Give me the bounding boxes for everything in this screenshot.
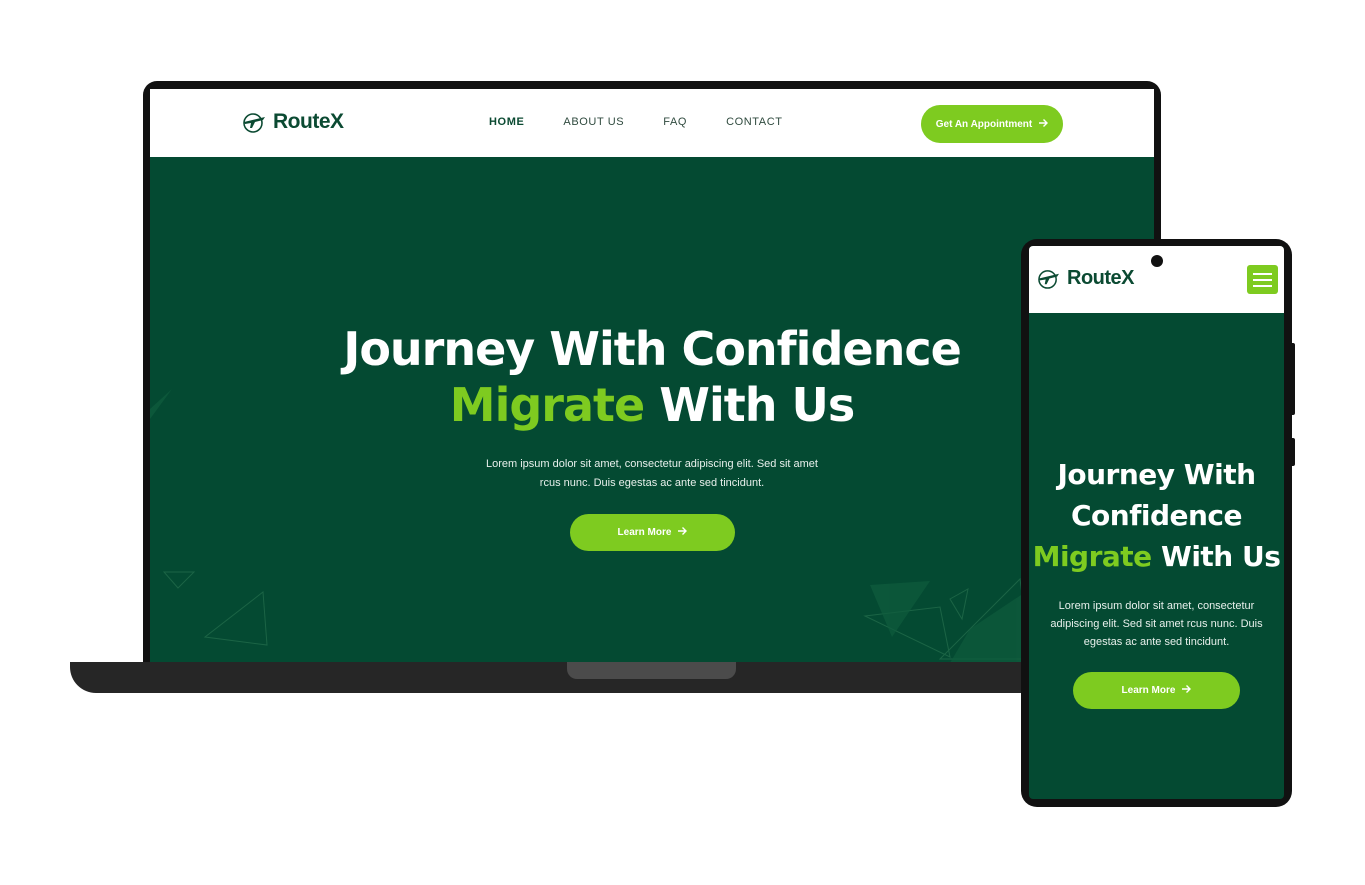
hero-title-highlight: Migrate xyxy=(1032,540,1153,573)
nav-about-us[interactable]: ABOUT US xyxy=(563,116,624,128)
hero-title-line1: Journey With xyxy=(1057,458,1256,491)
arrow-right-icon xyxy=(1038,118,1049,131)
airplane-globe-icon xyxy=(242,111,267,133)
brand-logo[interactable]: RouteX xyxy=(242,110,344,134)
arrow-right-icon xyxy=(1181,684,1192,697)
laptop-notch xyxy=(567,662,736,679)
nav-faq[interactable]: FAQ xyxy=(663,116,687,128)
hero-title-line2: Migrate With Us xyxy=(150,377,1154,433)
learn-more-button[interactable]: Learn More xyxy=(1073,672,1240,709)
learn-more-label: Learn More xyxy=(617,527,672,538)
hero-title-line1: Journey With Confidence xyxy=(343,322,962,376)
phone-camera xyxy=(1151,255,1163,267)
hero-title-rest: With Us xyxy=(1160,540,1281,573)
nav-home[interactable]: HOME xyxy=(489,116,524,128)
brand-name: RouteX xyxy=(273,110,344,133)
nav-contact[interactable]: CONTACT xyxy=(726,116,783,128)
get-appointment-label: Get An Appointment xyxy=(935,118,1033,130)
hero-title-line3: Migrate With Us xyxy=(1029,536,1284,577)
get-appointment-button[interactable]: Get An Appointment xyxy=(921,105,1063,143)
site-header: RouteX HOME ABOUT US FAQ CONTACT Get An … xyxy=(150,89,1154,157)
hamburger-menu-icon[interactable] xyxy=(1247,265,1278,294)
hero-title-line2: Confidence xyxy=(1070,499,1243,532)
hero-title-rest: With Us xyxy=(659,378,855,432)
airplane-globe-icon xyxy=(1037,268,1061,289)
brand-name: RouteX xyxy=(1067,267,1135,289)
hero-title-highlight: Migrate xyxy=(449,378,645,432)
phone-screen: RouteX Journey With Confidence Migrate W… xyxy=(1029,246,1284,799)
hero-description: Lorem ipsum dolor sit amet, consectetur … xyxy=(1050,600,1263,648)
main-nav: HOME ABOUT US FAQ CONTACT xyxy=(489,116,783,128)
learn-more-button[interactable]: Learn More xyxy=(570,514,735,551)
arrow-right-icon xyxy=(677,526,688,539)
hero-description: Lorem ipsum dolor sit amet, consectetur … xyxy=(486,458,818,489)
learn-more-label: Learn More xyxy=(1121,685,1176,696)
laptop-screen: RouteX HOME ABOUT US FAQ CONTACT Get An … xyxy=(150,89,1154,663)
brand-logo[interactable]: RouteX xyxy=(1037,267,1135,290)
